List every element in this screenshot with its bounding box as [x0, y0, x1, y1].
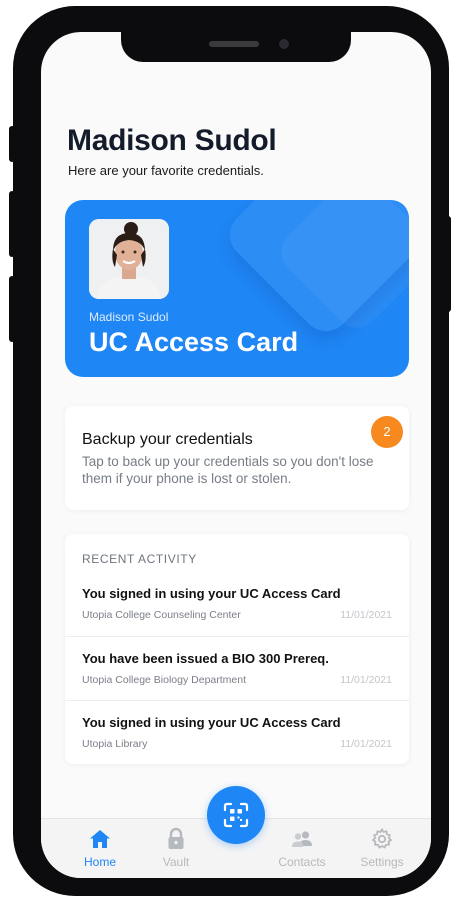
recent-activity-card: RECENT ACTIVITY You signed in using your… — [65, 534, 409, 764]
phone-power-button — [445, 216, 451, 312]
uc-access-card[interactable]: Madison Sudol UC Access Card — [65, 200, 409, 377]
backup-description: Tap to back up your credentials so you d… — [82, 454, 374, 486]
activity-source: Utopia College Counseling Center — [82, 609, 241, 621]
list-item[interactable]: You signed in using your UC Access Card … — [65, 700, 409, 765]
gear-icon — [371, 827, 393, 849]
activity-date: 11/01/2021 — [340, 674, 392, 686]
qr-scan-icon — [223, 802, 249, 828]
activity-title: You signed in using your UC Access Card — [82, 715, 341, 730]
home-icon — [90, 830, 110, 848]
tab-label: Contacts — [278, 855, 326, 869]
page-title: Madison Sudol — [67, 124, 277, 157]
tab-home[interactable]: Home — [65, 819, 135, 878]
avatar — [89, 219, 169, 299]
notification-badge: 2 — [371, 416, 403, 448]
tab-label: Vault — [162, 855, 190, 869]
speaker — [209, 41, 259, 47]
activity-title: You have been issued a BIO 300 Prereq. — [82, 651, 329, 666]
list-item[interactable]: You have been issued a BIO 300 Prereq. U… — [65, 636, 409, 701]
lock-icon — [168, 827, 184, 849]
card-title: UC Access Card — [89, 327, 299, 357]
card-holder-name: Madison Sudol — [89, 310, 169, 324]
notch — [121, 32, 351, 62]
phone-volume-up-button — [9, 191, 15, 257]
camera — [279, 39, 289, 49]
qr-scan-button[interactable] — [207, 786, 265, 844]
tab-vault[interactable]: Vault — [141, 819, 211, 878]
tab-contacts[interactable]: Contacts — [267, 819, 337, 878]
page-subtitle: Here are your favorite credentials. — [68, 163, 264, 178]
activity-date: 11/01/2021 — [340, 609, 392, 621]
tab-label: Home — [83, 855, 116, 869]
list-item[interactable]: You signed in using your UC Access Card … — [65, 572, 409, 636]
activity-title: You signed in using your UC Access Card — [82, 586, 341, 601]
activity-source: Utopia College Biology Department — [82, 674, 247, 686]
phone-side-button — [9, 126, 15, 162]
contacts-icon — [292, 831, 312, 847]
avatar-portrait — [89, 219, 169, 299]
tab-label: Settings — [360, 855, 404, 869]
activity-source: Utopia Library — [82, 738, 148, 750]
tab-settings[interactable]: Settings — [347, 819, 417, 878]
recent-activity-header: RECENT ACTIVITY — [82, 552, 197, 566]
backup-title: Backup your credentials — [82, 431, 253, 448]
backup-credentials-card[interactable]: 2 Backup your credentials Tap to back up… — [65, 406, 409, 510]
activity-date: 11/01/2021 — [340, 738, 392, 750]
phone-volume-down-button — [9, 276, 15, 342]
app-screen: Madison Sudol Here are your favorite cre… — [41, 32, 431, 878]
